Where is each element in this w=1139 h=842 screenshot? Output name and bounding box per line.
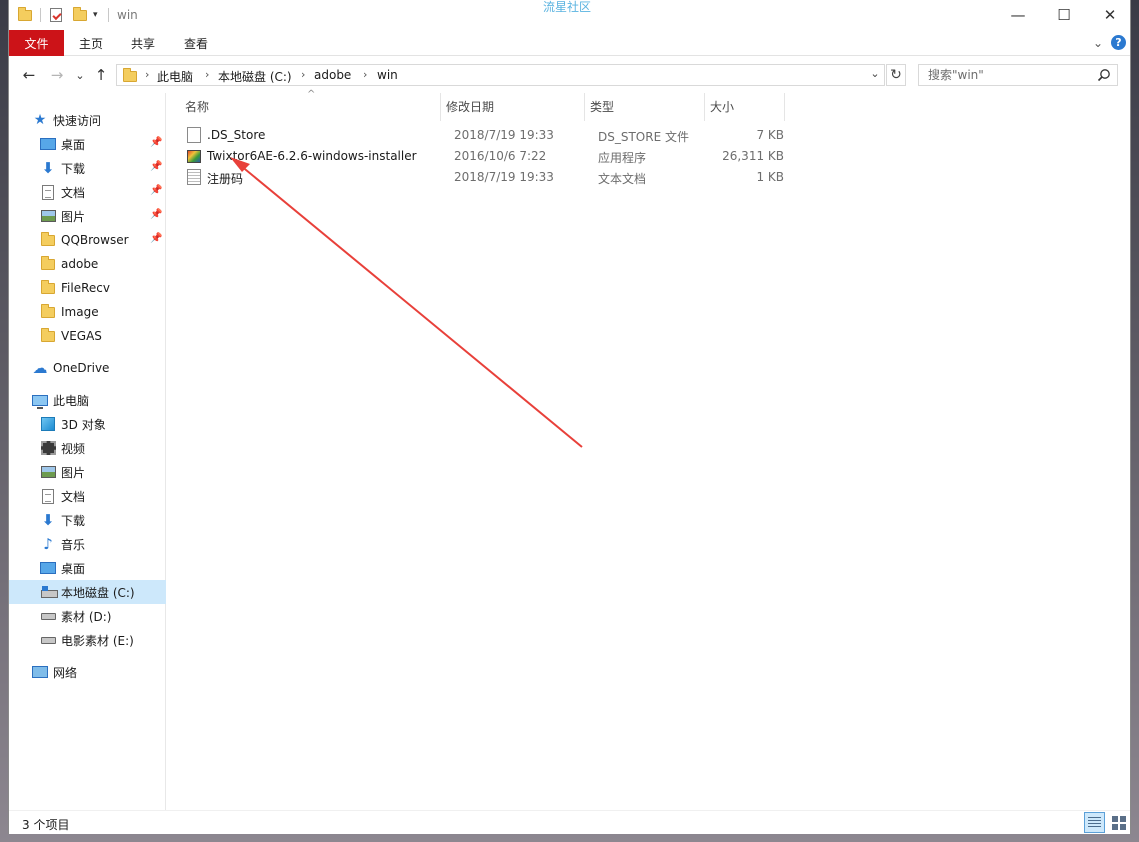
- annotation-arrow: [230, 157, 583, 448]
